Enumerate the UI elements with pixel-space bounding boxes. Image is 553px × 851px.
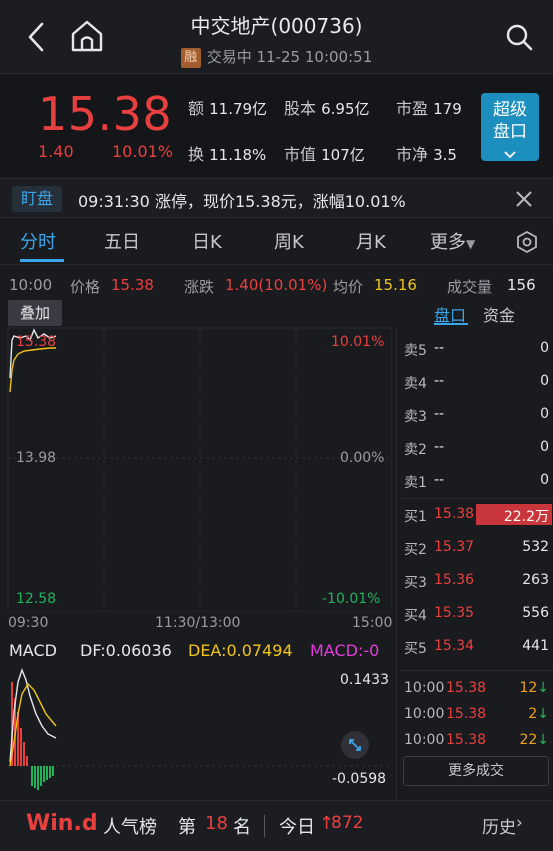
bid-row: 买3 15.36 263: [404, 572, 549, 591]
quote-panel: 15.38 1.40 10.01% 额 11.79亿 股本 6.95亿 市盈 1…: [0, 75, 553, 177]
tab-five-day[interactable]: 五日: [104, 228, 140, 254]
orderbook-tab-indicator: [434, 323, 468, 325]
orderbook-tabs: 盘口 资金: [434, 300, 553, 326]
tab-fund-flow[interactable]: 资金: [483, 302, 515, 326]
orderbook-panel: [396, 328, 553, 800]
chart-mid-price: 13.98: [16, 450, 57, 466]
shares-stat: 股本 6.95亿: [284, 99, 370, 118]
search-icon[interactable]: [504, 22, 534, 52]
crosshair-info: 10:00 价格 15.38 涨跌 1.40(10.01%) 均价 15.16 …: [9, 276, 536, 296]
orderbook-divider: [400, 498, 553, 499]
bid-row: 买5 15.34 441: [404, 638, 549, 657]
time-axis: 09:30 11:30/13:00 15:00: [8, 615, 393, 631]
ask-row: 卖3 -- 0: [404, 406, 549, 425]
turnover-stat: 换 11.18%: [188, 145, 267, 164]
down-arrow-icon: ↓: [537, 706, 549, 722]
rank-number: 18: [205, 813, 228, 834]
chart-tabs: 分时 五日 日K 周K 月K 更多▼: [0, 219, 553, 265]
margin-badge: 融: [180, 48, 201, 68]
tab-weekly-k[interactable]: 周K: [274, 228, 304, 254]
divider: [264, 815, 265, 837]
macd-min: -0.0598: [332, 771, 387, 787]
price-change-pct: 10.01%: [112, 142, 174, 161]
chart-high-pct: 10.01%: [331, 334, 385, 350]
watch-alert-bar[interactable]: 盯盘 09:31:30 涨停，现价15.38元，涨幅10.01%: [0, 178, 553, 218]
pb-stat: 市净 3.5: [396, 145, 457, 164]
tab-more[interactable]: 更多▼: [430, 228, 475, 254]
ask-row: 卖1 -- 0: [404, 472, 549, 491]
chevron-down-icon: [504, 151, 516, 159]
macd-max: 0.1433: [340, 672, 389, 688]
status-text: 交易中 11-25 10:00:51: [206, 48, 373, 66]
mcap-stat: 市值 107亿: [284, 145, 365, 164]
bid-row: 买1 15.38 22.2万: [404, 504, 552, 528]
trade-row: 10:00 15.38 12↓: [404, 680, 549, 696]
tab-intraday[interactable]: 分时: [20, 228, 56, 254]
bid-row: 买4 15.35 556: [404, 605, 549, 624]
close-icon[interactable]: [514, 189, 534, 209]
tab-daily-k[interactable]: 日K: [192, 228, 222, 254]
ask-row: 卖5 -- 0: [404, 340, 549, 359]
trade-row: 10:00 15.38 22↓: [404, 732, 549, 748]
chevron-right-icon: ›: [516, 813, 523, 833]
price-change: 1.40: [38, 142, 74, 161]
trade-row: 10:00 15.38 2↓: [404, 706, 549, 722]
more-trades-button[interactable]: 更多成交: [403, 756, 549, 786]
pe-stat: 市盈 179: [396, 99, 462, 118]
ask-row: 卖2 -- 0: [404, 439, 549, 458]
wind-logo: Win.d: [26, 811, 98, 836]
stock-title: 中交地产(000736): [190, 14, 363, 38]
amount-stat: 额 11.79亿: [188, 99, 268, 118]
expand-icon[interactable]: [341, 731, 369, 759]
active-tab-indicator: [20, 259, 64, 262]
super-orderbook-button[interactable]: 超级 盘口: [481, 93, 539, 161]
tab-monthly-k[interactable]: 月K: [356, 228, 386, 254]
chart-low-price: 12.58: [16, 591, 57, 607]
last-price: 15.38: [38, 87, 173, 141]
overlay-button[interactable]: 叠加: [8, 300, 62, 326]
popularity-bar[interactable]: Win.d 人气榜 第 18 名 今日 ↑ 872 历史 ›: [0, 800, 553, 851]
top-bar: 中交地产(000736) 融交易中 11-25 10:00:51: [0, 0, 553, 74]
ask-row: 卖4 -- 0: [404, 373, 549, 392]
watch-tag: 盯盘: [12, 186, 62, 212]
bid-row: 买2 15.37 532: [404, 539, 549, 558]
down-arrow-icon: ↓: [537, 732, 549, 748]
chart-high-price: 15.38: [16, 334, 57, 350]
settings-icon[interactable]: [515, 230, 539, 254]
down-arrow-icon: ↓: [537, 680, 549, 696]
trading-status: 融交易中 11-25 10:00:51: [0, 46, 553, 68]
history-link[interactable]: 历史: [482, 813, 516, 838]
caret-down-icon: ▼: [466, 237, 476, 251]
watch-message: 09:31:30 涨停，现价15.38元，涨幅10.01%: [78, 192, 406, 211]
chart-low-pct: -10.01%: [322, 591, 381, 607]
today-change: 872: [331, 813, 364, 833]
chart-mid-pct: 0.00%: [340, 450, 385, 466]
orderbook-divider: [400, 670, 553, 671]
